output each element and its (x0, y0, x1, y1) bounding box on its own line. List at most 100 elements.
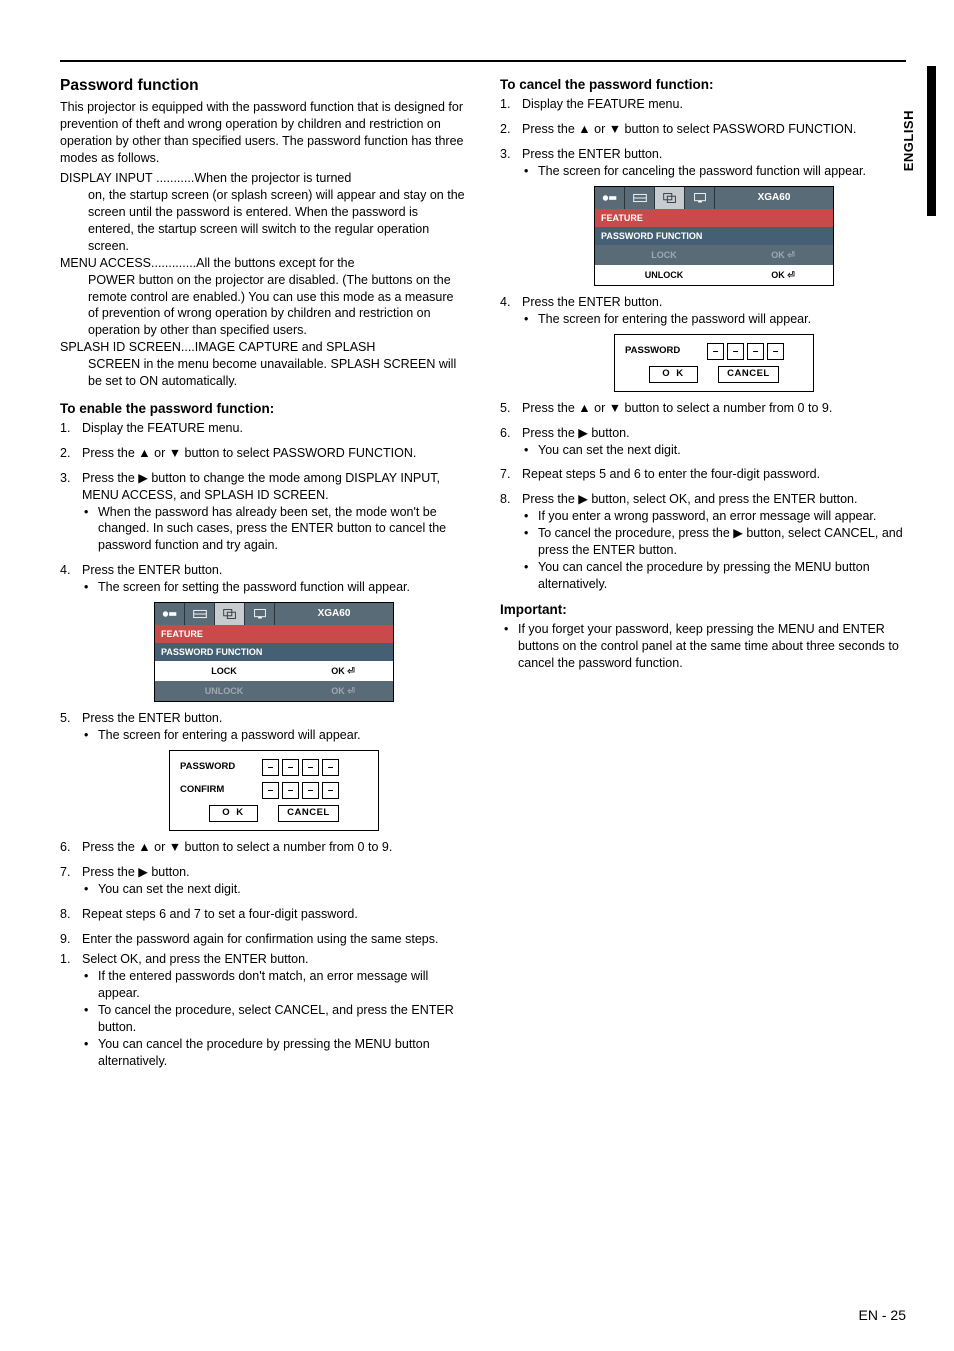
bullet: If the entered passwords don't match, an… (82, 968, 466, 1002)
top-rule (60, 60, 906, 62)
confirm-digits: – – – – (262, 782, 339, 799)
digit: – (322, 759, 339, 776)
enter-icon: ⏎ (347, 686, 355, 696)
menu-feature-header: FEATURE (595, 209, 833, 227)
important-heading: Important: (500, 601, 906, 619)
ok-button: O K (649, 366, 698, 383)
bullet-text: If the entered passwords don't match, an… (98, 969, 428, 1000)
tab-icon (155, 603, 185, 625)
mode-desc-first: All the buttons except for the (196, 255, 354, 272)
step-text: Press the ENTER button. (522, 147, 662, 161)
bullet: You can set the next digit. (82, 881, 466, 898)
content-columns: Password function This projector is equi… (60, 76, 906, 1078)
tab-icon (595, 187, 625, 209)
bullet: To cancel the procedure, press the ▶ but… (522, 525, 906, 559)
tab-icon (185, 603, 215, 625)
menu-password-sub: PASSWORD FUNCTION (595, 227, 833, 245)
tab-resolution-label: XGA60 (275, 603, 393, 625)
lock-label: LOCK (595, 247, 733, 263)
bullet: To cancel the procedure, select CANCEL, … (82, 1002, 466, 1036)
mode-menu-access: MENU ACCESS.............All the buttons … (60, 255, 466, 339)
intro-paragraph: This projector is equipped with the pass… (60, 99, 466, 167)
bullet-text: The screen for canceling the password fu… (538, 164, 866, 178)
bullet-text: The screen for setting the password func… (98, 580, 410, 594)
bullet: The screen for canceling the password fu… (522, 163, 906, 180)
digit: – (767, 343, 784, 360)
step-text: Repeat steps 5 and 6 to enter the four-d… (522, 467, 820, 481)
bullet-text: You can cancel the procedure by pressing… (98, 1037, 430, 1068)
cancel-steps: Display the FEATURE menu. Press the ▲ or… (500, 96, 906, 592)
menu-tabs: XGA60 (595, 187, 833, 209)
menu-screenshot-unlock: XGA60 FEATURE PASSWORD FUNCTION LOCK OK … (594, 186, 834, 287)
bullet-text: The screen for entering the password wil… (538, 312, 811, 326)
mode-display-input: DISPLAY INPUT ...........When the projec… (60, 170, 466, 254)
bullet: When the password has already been set, … (82, 504, 466, 555)
mode-desc-cont: POWER button on the projector are disabl… (60, 272, 466, 340)
digit: – (727, 343, 744, 360)
tab-icon (625, 187, 655, 209)
bullet-text: If you forget your password, keep pressi… (518, 622, 899, 670)
bullet: You can cancel the procedure by pressing… (522, 559, 906, 593)
step-10: Select OK, and press the ENTER button. I… (60, 951, 466, 1069)
step-text: Press the ▲ or ▼ button to select PASSWO… (82, 446, 416, 460)
enable-heading: To enable the password function: (60, 400, 466, 418)
cancel-button: CANCEL (278, 805, 339, 822)
digit: – (322, 782, 339, 799)
dots: .... (181, 339, 195, 356)
menu-unlock-row: UNLOCK OK ⏎ (155, 681, 393, 701)
mode-desc-first: When the projector is turned (194, 170, 351, 187)
menu-password-sub: PASSWORD FUNCTION (155, 643, 393, 661)
ok-button: O K (209, 805, 258, 822)
step-1: Display the FEATURE menu. (500, 96, 906, 113)
side-accent-bar (927, 66, 936, 216)
step-text: Enter the password again for confirmatio… (82, 932, 438, 946)
step-2: Press the ▲ or ▼ button to select PASSWO… (500, 121, 906, 138)
important-bullets: If you forget your password, keep pressi… (500, 621, 906, 672)
password-entry-box: PASSWORD – – – – CONFIRM – – (169, 750, 379, 831)
digit: – (302, 782, 319, 799)
step-text: Press the ▶ button, select OK, and press… (522, 492, 857, 506)
step-3: Press the ▶ button to change the mode am… (60, 470, 466, 554)
password-function-heading: Password function (60, 76, 466, 97)
step-text: Repeat steps 6 and 7 to set a four-digit… (82, 907, 358, 921)
step-6: Press the ▶ button. You can set the next… (500, 425, 906, 459)
confirm-row: CONFIRM – – – – (180, 782, 368, 799)
step-7: Repeat steps 5 and 6 to enter the four-d… (500, 466, 906, 483)
enter-icon: ⏎ (787, 270, 795, 280)
bullet-text: If you enter a wrong password, an error … (538, 509, 876, 523)
enable-steps: Display the FEATURE menu. Press the ▲ or… (60, 420, 466, 947)
digit: – (262, 759, 279, 776)
step-5: Press the ENTER button. The screen for e… (60, 710, 466, 831)
lock-ok: OK ⏎ (293, 663, 393, 679)
unlock-ok: OK ⏎ (293, 683, 393, 699)
step-6-bullets: You can set the next digit. (522, 442, 906, 459)
password-label: PASSWORD (625, 345, 695, 358)
password-digits: – – – – (707, 343, 784, 360)
page-footer: EN - 25 (859, 1306, 906, 1325)
mode-splash-id: SPLASH ID SCREEN....IMAGE CAPTURE and SP… (60, 339, 466, 390)
step-5: Press the ▲ or ▼ button to select a numb… (500, 400, 906, 417)
bullet: The screen for entering a password will … (82, 727, 466, 744)
step-10-list: Select OK, and press the ENTER button. I… (60, 951, 466, 1069)
bullet-text: When the password has already been set, … (98, 505, 446, 553)
password-entry-box-small: PASSWORD – – – – O K CANCEL (614, 334, 814, 392)
step-2: Press the ▲ or ▼ button to select PASSWO… (60, 445, 466, 462)
lock-ok: OK ⏎ (733, 247, 833, 263)
lock-label: LOCK (155, 663, 293, 679)
menu-unlock-row: UNLOCK OK ⏎ (595, 265, 833, 285)
confirm-label: CONFIRM (180, 784, 250, 797)
tab-icon-selected (215, 603, 245, 625)
bullet-text: The screen for entering a password will … (98, 728, 361, 742)
step-5-bullets: The screen for entering a password will … (82, 727, 466, 744)
mode-desc-cont: on, the startup screen (or splash screen… (60, 187, 466, 255)
step-text: Press the ▶ button. (522, 426, 630, 440)
enter-icon: ⏎ (347, 666, 355, 676)
mode-term: SPLASH ID SCREEN (60, 339, 181, 356)
bullet: You can set the next digit. (522, 442, 906, 459)
step-3: Press the ENTER button. The screen for c… (500, 146, 906, 286)
step-text: Press the ▲ or ▼ button to select a numb… (522, 401, 832, 415)
bullet-text: You can set the next digit. (98, 882, 241, 896)
digit: – (262, 782, 279, 799)
bullet: If you forget your password, keep pressi… (500, 621, 906, 672)
digit: – (302, 759, 319, 776)
